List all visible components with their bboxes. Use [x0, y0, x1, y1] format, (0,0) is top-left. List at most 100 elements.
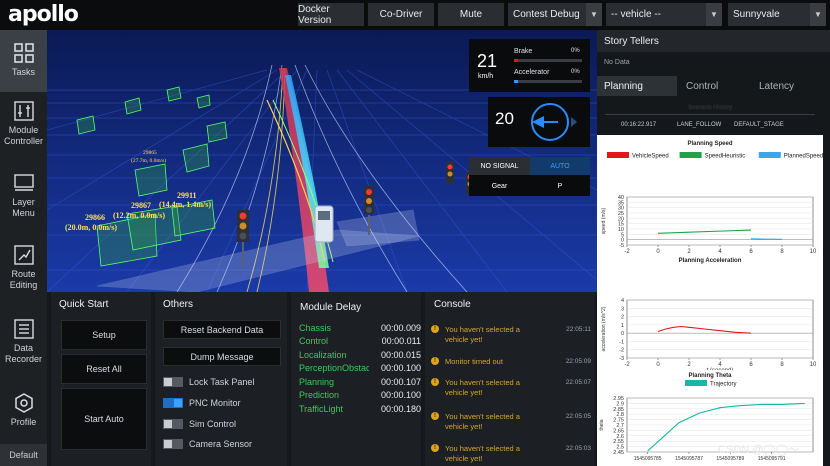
setup-button[interactable]: Setup: [61, 320, 147, 350]
sidebar-item-data-recorder[interactable]: Data Recorder: [0, 318, 47, 378]
dump-message-button[interactable]: Dump Message: [163, 347, 281, 366]
module-delay-title: Module Delay: [300, 302, 362, 313]
co-driver-button[interactable]: Co-Driver: [368, 3, 434, 26]
scenario-time: 00:16:22.917: [621, 122, 657, 128]
sidebar-item-module-controller[interactable]: Module Controller: [0, 100, 47, 160]
bottom-panels: Quick Start Setup Reset All Start Auto O…: [47, 292, 597, 466]
steering-wheel-icon: [531, 103, 577, 141]
series-line: [657, 229, 752, 234]
reset-backend-button[interactable]: Reset Backend Data: [163, 320, 281, 339]
chart-svg: -50510152025303540-20246810t (second)spe…: [601, 152, 823, 261]
console-title: Console: [434, 299, 471, 310]
sidebar: Tasks Module Controller Layer Menu Route…: [0, 30, 47, 466]
scenario-stage: DEFAULT_STAGE: [734, 122, 784, 128]
x-tick-label: 8: [780, 362, 784, 368]
speed-value: 21: [477, 51, 498, 71]
legend-label: PlannedSpeed: [784, 154, 823, 160]
y-axis-label: theta: [599, 419, 605, 430]
y-tick-label: 10: [618, 227, 624, 233]
x-tick-label: 1545095787: [675, 456, 703, 462]
mute-button[interactable]: Mute: [438, 3, 504, 26]
vehicle-select[interactable]: -- vehicle -- ▼: [606, 3, 722, 26]
sidebar-item-layer-menu[interactable]: Layer Menu: [0, 172, 47, 232]
legend-swatch: [685, 380, 707, 386]
legend-label: Trajectory: [710, 382, 736, 388]
reset-all-button[interactable]: Reset All: [61, 354, 147, 384]
legend-swatch: [758, 152, 781, 158]
brake-label: Brake: [514, 48, 533, 55]
y-tick-label: 2.8: [616, 412, 624, 418]
y-tick-label: -5: [619, 243, 624, 249]
obstacle-label-info: (27.7m, 0.0m/s): [131, 157, 166, 164]
tab-control[interactable]: Control: [679, 76, 757, 96]
warning-icon: !: [431, 357, 439, 365]
tab-planning[interactable]: Planning: [597, 76, 677, 96]
scenario-divider: [605, 114, 815, 115]
obstacle-label-info: (20.0m, 0.0m/s): [65, 223, 117, 232]
y-tick-label: 15: [618, 222, 624, 228]
y-tick-label: 5: [621, 232, 624, 238]
delay-row: Chassis 00:00.009: [299, 323, 421, 333]
grid-icon: [13, 43, 34, 63]
sidebar-item-label: Data Recorder: [4, 343, 42, 364]
sidebar-item-profile[interactable]: Profile: [0, 392, 47, 442]
sidebar-item-label: Route Editing: [9, 269, 38, 290]
steering-value: 20: [495, 109, 514, 128]
sidebar-item-route-editing[interactable]: Route Editing: [0, 244, 47, 304]
sidebar-item-tasks[interactable]: Tasks: [0, 30, 47, 92]
y-tick-label: 2.9: [616, 401, 624, 407]
watermark: CSDN @◯◯～: [718, 444, 800, 456]
planning-speed-chart: Planning Speed -5 0 5 10 15 20 25 30 35 40 -2 0 2 4 6 8…: [597, 135, 823, 263]
delay-row: Prediction 00:00.100: [299, 390, 421, 400]
lock-task-panel-toggle[interactable]: [163, 377, 183, 387]
scene-view[interactable]: 29866 (20.0m, 0.0m/s) 29867 (12.2m, 0.0m…: [47, 30, 597, 292]
docker-version-button[interactable]: Docker Version: [298, 3, 364, 26]
route-icon: [13, 245, 34, 265]
legend-label: SpeedHeuristic: [705, 154, 746, 160]
y-tick-label: 2.7: [616, 423, 624, 429]
y-tick-label: -1: [619, 339, 624, 345]
obstacle-label-id: 29866: [85, 213, 105, 222]
scenario-name: LANE_FOLLOW: [677, 122, 722, 128]
sliders-icon: [13, 101, 34, 121]
lock-task-panel-label: Lock Task Panel: [189, 377, 255, 387]
mode-select[interactable]: Contest Debug ▼: [508, 3, 602, 26]
list-icon: [13, 319, 34, 339]
brake-bar: [514, 59, 582, 62]
warning-icon: !: [431, 412, 439, 420]
map-select-value: Sunnyvale: [733, 9, 780, 20]
signal-status: NO SIGNAL: [469, 157, 530, 175]
pnc-monitor-toggle[interactable]: [163, 398, 183, 408]
y-tick-label: 40: [618, 195, 624, 201]
delay-row: Control 00:00.011: [299, 336, 421, 346]
module-delay-panel: Module Delay Chassis 00:00.009 Control 00:…: [291, 292, 421, 466]
legend-swatch: [607, 152, 629, 158]
y-tick-label: 20: [618, 216, 624, 222]
x-tick-label: 0: [656, 362, 660, 368]
speed-unit: km/h: [478, 73, 494, 80]
others-panel: Others Reset Backend Data Dump Message L…: [155, 292, 287, 466]
planning-acceleration-chart: Planning Acceleration -3 -2 -1 0 1 2 3 4 -2 0 2 4 6 8…: [597, 254, 823, 376]
chart-svg: -3-2-101234-20246810t (second)accelerati…: [601, 298, 817, 374]
y-tick-label: 2.85: [613, 407, 624, 413]
y-tick-label: 2.75: [613, 418, 624, 424]
quick-start-title: Quick Start: [59, 299, 109, 310]
start-auto-button[interactable]: Start Auto: [61, 388, 147, 450]
apollo-logo: apollo: [8, 2, 79, 27]
accelerator-value: 0%: [571, 69, 580, 75]
monitor-icon: [13, 174, 34, 191]
obstacle-label-info: (14.4m, 1.4m/s): [159, 200, 211, 209]
map-select[interactable]: Sunnyvale ▼: [728, 3, 826, 26]
drive-mode: AUTO: [530, 157, 590, 175]
y-axis-label: speed (m/s): [601, 207, 607, 234]
y-tick-label: -3: [619, 356, 624, 362]
story-no-data: No Data: [604, 59, 630, 66]
sim-control-toggle[interactable]: [163, 419, 183, 429]
tab-latency[interactable]: Latency: [752, 76, 830, 96]
warning-icon: !: [431, 378, 439, 386]
series-line: [657, 325, 752, 334]
camera-sensor-toggle[interactable]: [163, 439, 183, 449]
gear-label: Gear: [491, 182, 508, 190]
delay-row: PerceptionObstacle00:00.100: [299, 363, 421, 373]
x-tick-label: 10: [810, 362, 817, 368]
